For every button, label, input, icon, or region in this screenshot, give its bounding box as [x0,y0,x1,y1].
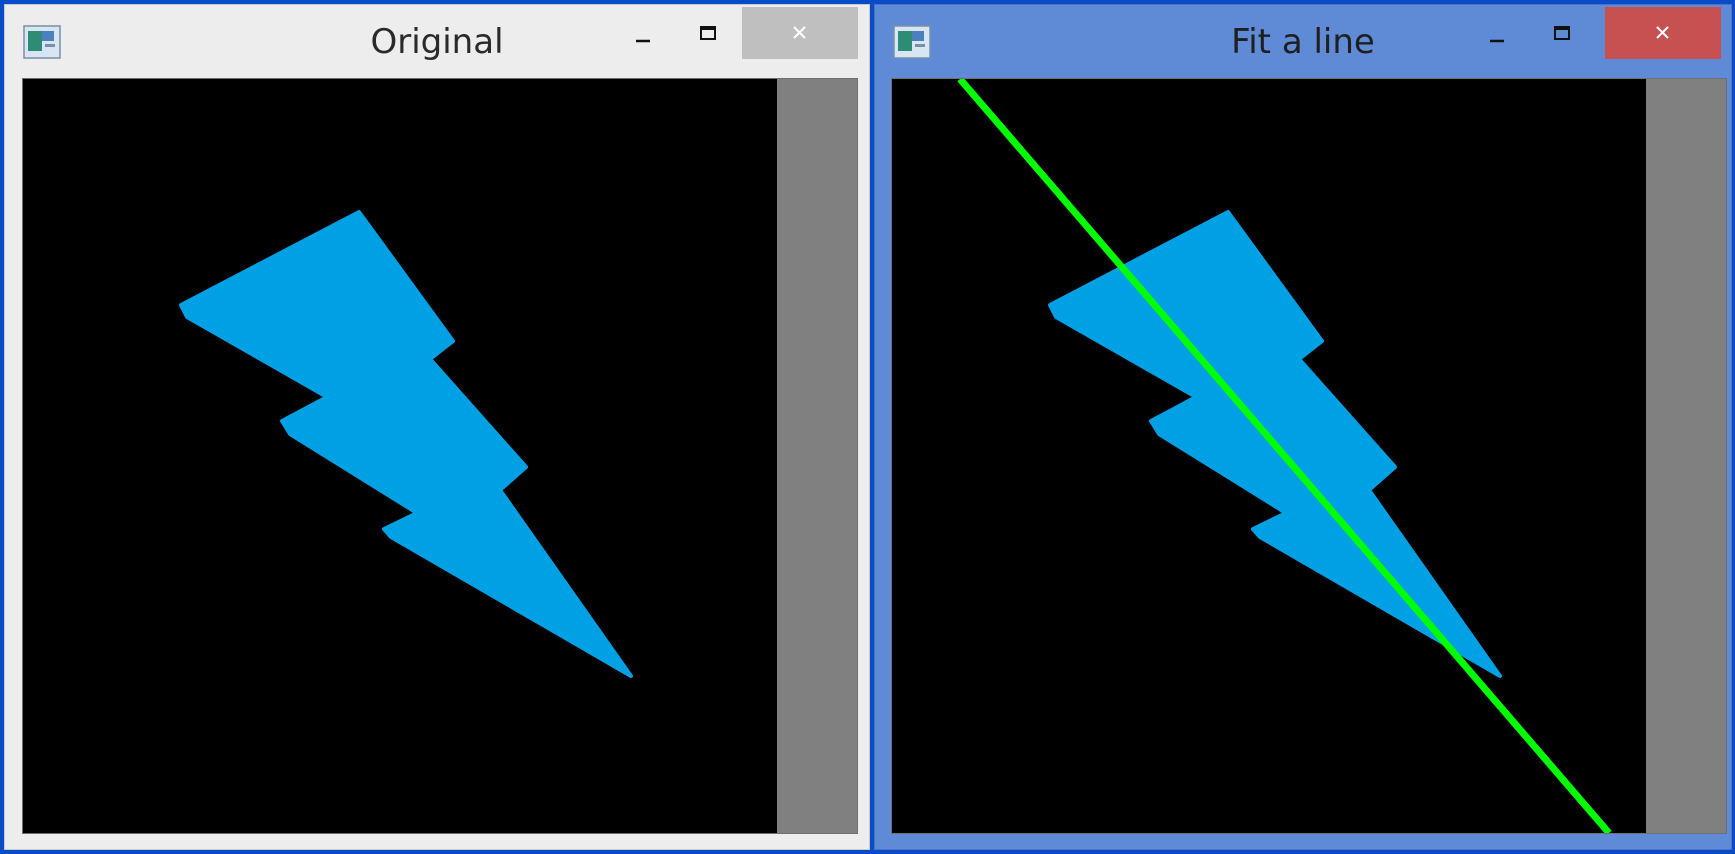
original-window[interactable]: Original [4,4,870,850]
fit-line-window[interactable]: Fit a line [874,4,1732,850]
maximize-icon [1554,26,1570,40]
maximize-button[interactable] [685,7,731,59]
close-button[interactable] [742,7,858,59]
minimize-button[interactable] [1473,7,1519,59]
image-display [891,78,1727,834]
close-icon [1656,26,1669,39]
minimize-button[interactable] [619,7,665,59]
minimize-icon [636,39,650,43]
maximize-button[interactable] [1539,7,1585,59]
close-button[interactable] [1605,7,1721,59]
image-display [22,78,858,834]
maximize-icon [700,26,716,40]
title-bar[interactable]: Original [5,5,869,79]
close-icon [793,26,806,39]
title-bar[interactable]: Fit a line [875,5,1731,79]
window-title: Original [370,22,504,62]
minimize-icon [1490,39,1504,43]
window-title: Fit a line [1231,22,1375,62]
